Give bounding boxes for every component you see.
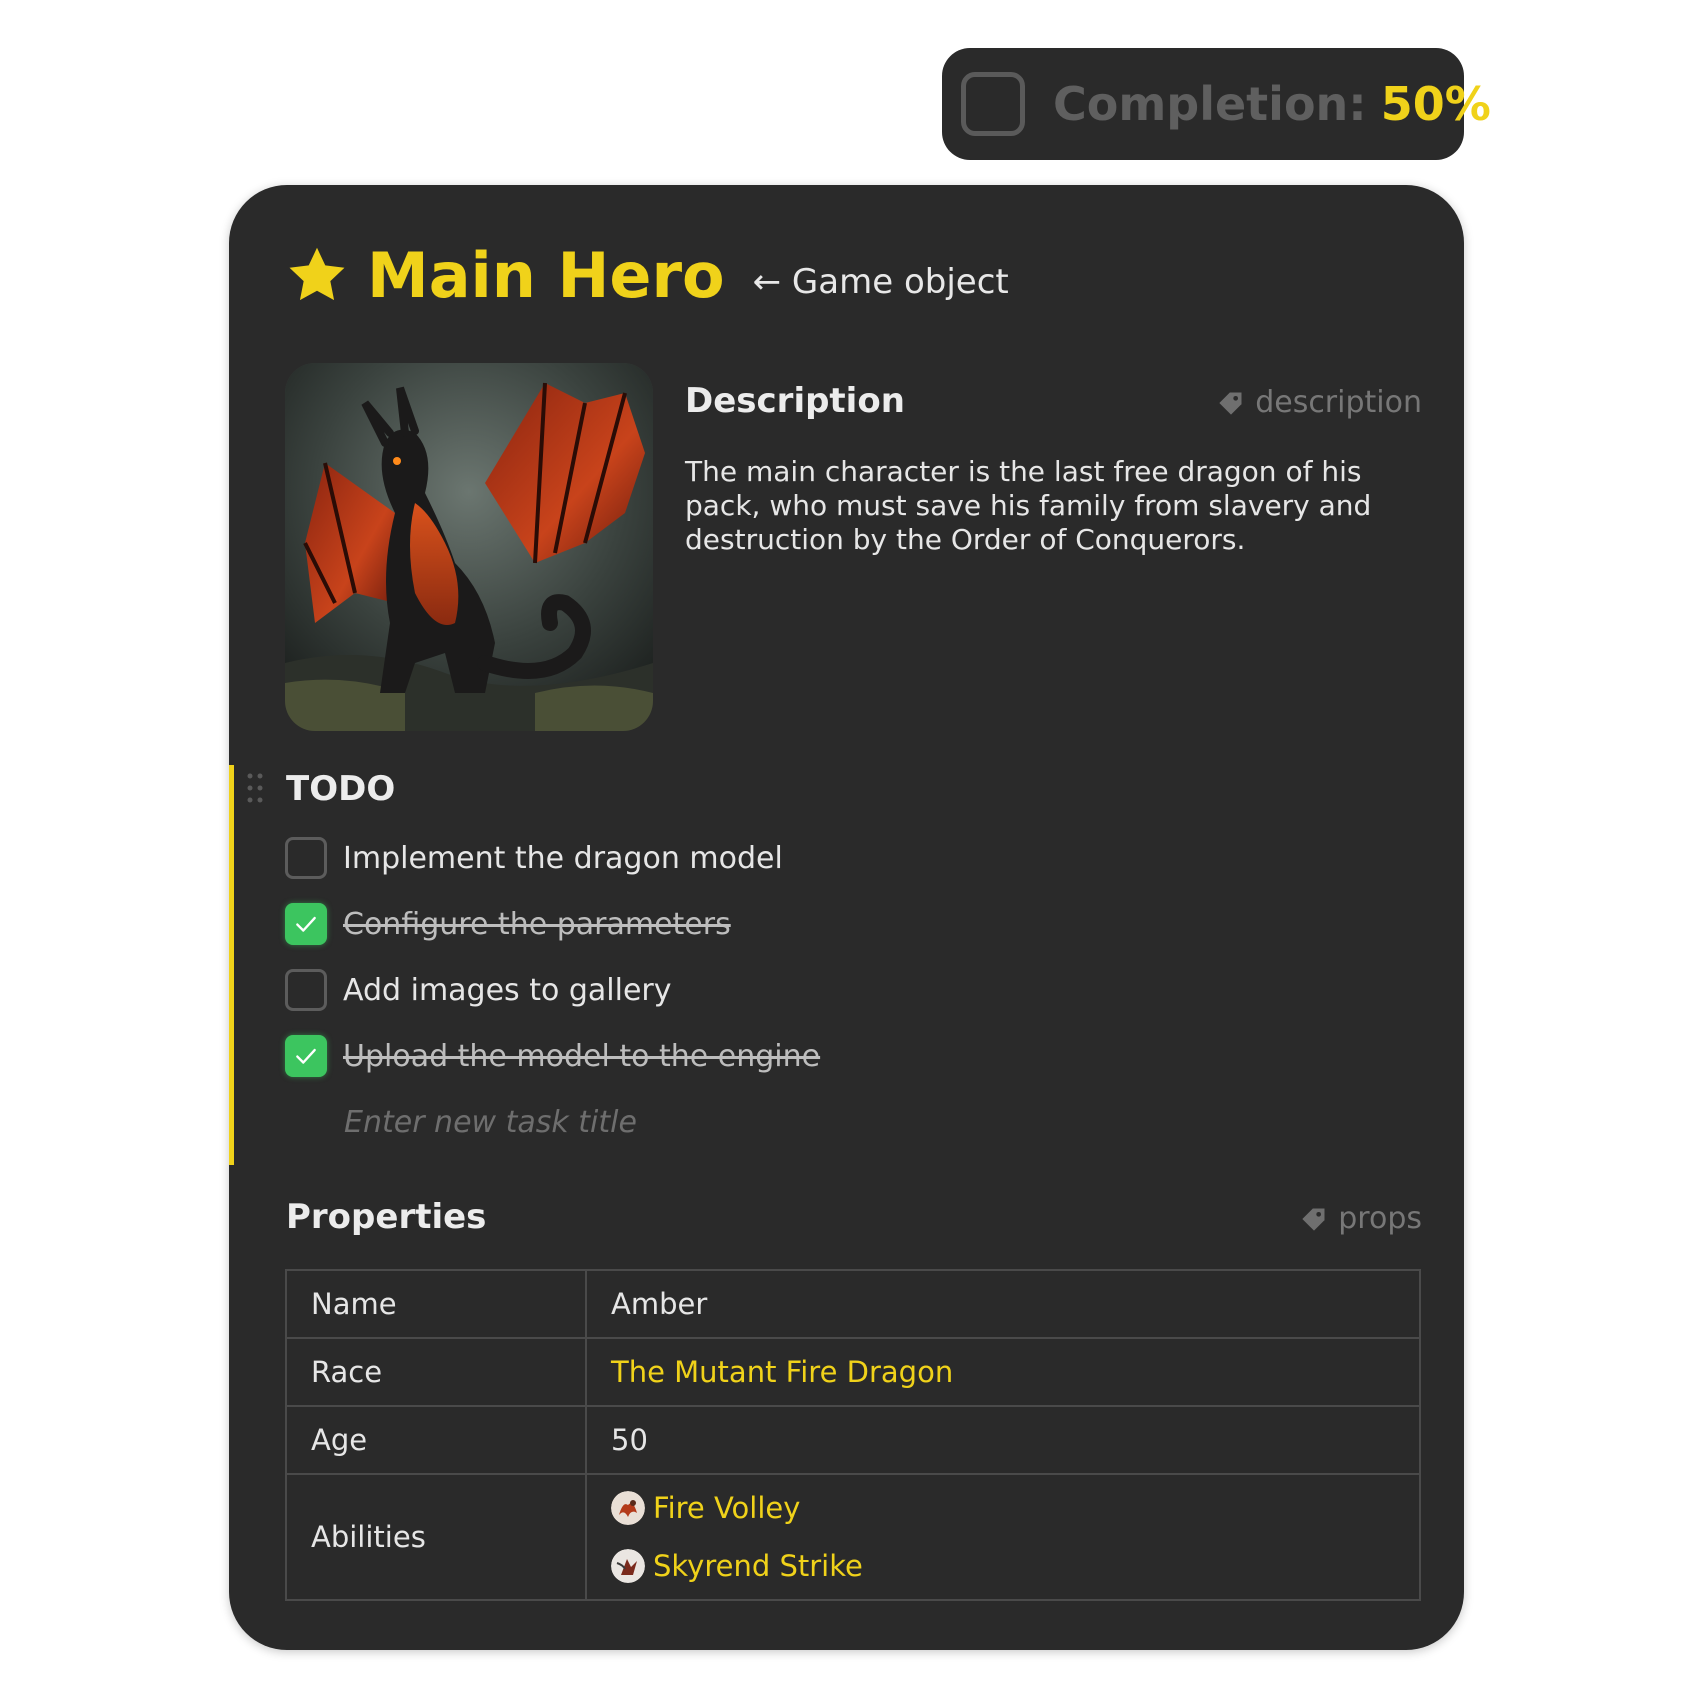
todo-label[interactable]: Implement the dragon model — [343, 841, 783, 876]
description-heading: Description — [685, 381, 905, 421]
ability-item[interactable]: Skyrend Strike — [611, 1537, 1395, 1595]
ability-link[interactable]: Fire Volley — [653, 1491, 800, 1525]
completion-value: 50% — [1380, 77, 1491, 131]
table-row: Name Amber — [285, 1269, 1421, 1339]
todo-checkbox-checked[interactable] — [285, 1035, 327, 1077]
property-key: Race — [285, 1337, 587, 1407]
property-value-list: Fire Volley Skyrend Strike — [585, 1473, 1421, 1601]
todo-label[interactable]: Add images to gallery — [343, 973, 672, 1008]
ability-item[interactable]: Fire Volley — [611, 1479, 1395, 1537]
completion-checkbox[interactable] — [961, 72, 1025, 136]
tag-icon — [1219, 392, 1242, 415]
description-tag[interactable]: description — [1217, 385, 1422, 420]
ability-avatar-icon — [611, 1491, 645, 1525]
property-key: Abilities — [285, 1473, 587, 1601]
todo-item[interactable]: Configure the parameters — [285, 902, 731, 946]
completion-badge[interactable]: Completion: 50% — [942, 48, 1491, 160]
todo-checkbox[interactable] — [285, 837, 327, 879]
table-row: Race The Mutant Fire Dragon — [285, 1337, 1421, 1407]
title-row: Main Hero ← Game object — [285, 235, 1009, 315]
dragon-image — [285, 363, 653, 731]
hero-image[interactable] — [285, 363, 653, 731]
game-object-card: Main Hero ← Game object Description desc… — [229, 185, 1464, 1650]
todo-item[interactable]: Add images to gallery — [285, 968, 672, 1012]
property-key: Name — [285, 1269, 587, 1339]
property-value[interactable]: Amber — [585, 1269, 1421, 1339]
star-icon[interactable] — [285, 243, 349, 307]
todo-label[interactable]: Configure the parameters — [343, 907, 731, 942]
todo-item[interactable]: Upload the model to the engine — [285, 1034, 820, 1078]
completion-label: Completion: — [1053, 77, 1367, 131]
todo-heading: TODO — [286, 769, 396, 809]
object-type-label[interactable]: ← Game object — [753, 262, 1009, 302]
description-tag-label: description — [1255, 385, 1422, 420]
todo-item[interactable]: Implement the dragon model — [285, 836, 783, 880]
table-row: Age 50 — [285, 1405, 1421, 1475]
tag-icon — [1302, 1208, 1325, 1231]
property-value-link[interactable]: The Mutant Fire Dragon — [585, 1337, 1421, 1407]
todo-checkbox-checked[interactable] — [285, 903, 327, 945]
property-key: Age — [285, 1405, 587, 1475]
ability-link[interactable]: Skyrend Strike — [653, 1549, 863, 1583]
table-row: Abilities Fire Volley Skyrend Strike — [285, 1473, 1421, 1601]
property-value[interactable]: 50 — [585, 1405, 1421, 1475]
todo-focus-bar — [229, 765, 234, 1165]
checkmark-icon — [296, 1048, 316, 1064]
properties-tag[interactable]: props — [1300, 1201, 1422, 1236]
description-text[interactable]: The main character is the last free drag… — [685, 455, 1430, 557]
todo-checkbox[interactable] — [285, 969, 327, 1011]
new-task-input[interactable]: Enter new task title — [344, 1105, 637, 1140]
ability-avatar-icon — [611, 1549, 645, 1583]
page-title: Main Hero — [367, 238, 725, 312]
properties-heading: Properties — [286, 1197, 487, 1237]
race-link[interactable]: The Mutant Fire Dragon — [611, 1355, 953, 1389]
drag-handle-icon[interactable] — [245, 771, 265, 805]
todo-label[interactable]: Upload the model to the engine — [343, 1039, 820, 1074]
properties-tag-label: props — [1338, 1201, 1422, 1236]
checkmark-icon — [296, 916, 316, 932]
properties-table: Name Amber Race The Mutant Fire Dragon A… — [285, 1269, 1421, 1601]
